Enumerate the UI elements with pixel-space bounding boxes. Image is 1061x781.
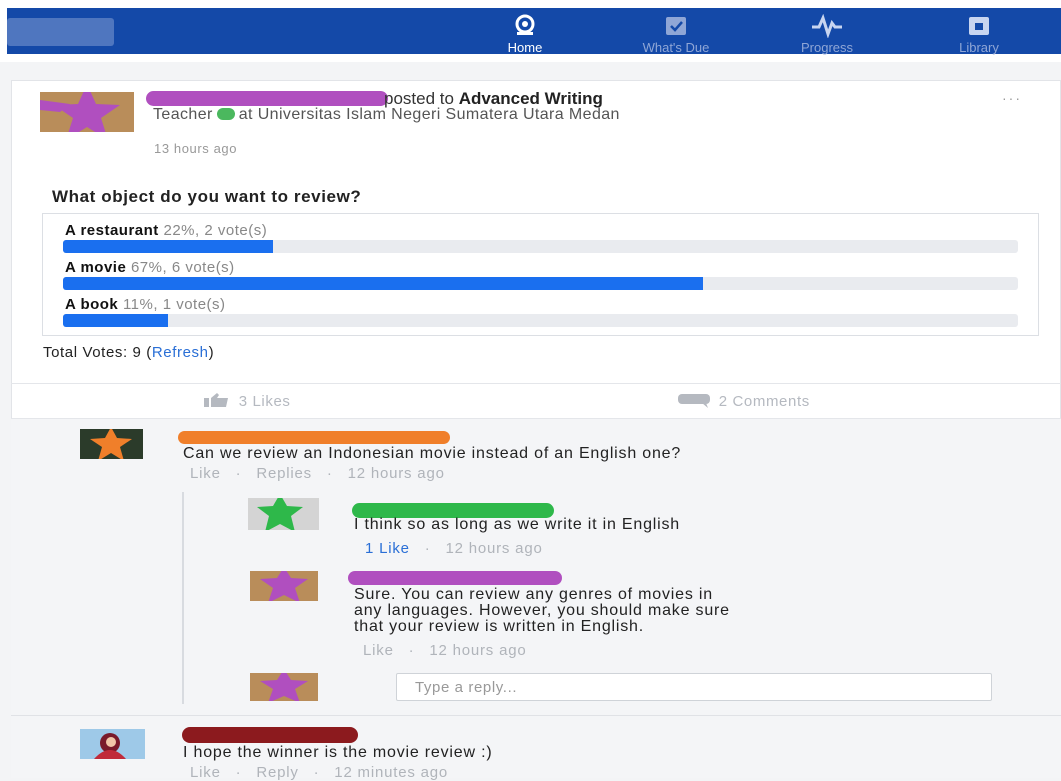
- like-button[interactable]: Like: [363, 642, 394, 659]
- reply-text: Sure. You can review any genres of movie…: [354, 587, 730, 635]
- role-label: Teacher: [153, 106, 213, 123]
- reply-time: 12 hours ago: [429, 642, 527, 659]
- library-icon: [969, 17, 989, 35]
- poll-option-name: A book: [65, 296, 119, 313]
- commenter-name-redacted: [178, 431, 450, 444]
- post-timestamp: 13 hours ago: [154, 141, 238, 156]
- poll-option-stat: 11%, 1 vote(s): [122, 296, 226, 313]
- total-votes-text: Total Votes: 9 (: [43, 344, 152, 361]
- tab-library[interactable]: Library: [924, 14, 1034, 55]
- top-bar: Home What's Due Progress Library: [0, 0, 1061, 62]
- divider: [11, 715, 1061, 716]
- reply-meta: Like · 12 hours ago: [363, 642, 527, 659]
- more-options-icon[interactable]: ···: [1002, 90, 1022, 106]
- like-button[interactable]: Like: [190, 465, 221, 482]
- poll-option-label[interactable]: A book 11%, 1 vote(s): [65, 296, 226, 313]
- author-role: Teacher at Universitas Islam Negeri Sumat…: [153, 106, 853, 123]
- commenter-name-redacted: [182, 727, 358, 743]
- tab-progress-label: Progress: [800, 40, 854, 55]
- poll-bar-fill: [63, 240, 274, 253]
- institution-label: at Universitas Islam Negeri Sumatera Uta…: [238, 106, 620, 123]
- poll-option-name: A restaurant: [65, 222, 159, 239]
- star-redaction-icon: [260, 673, 308, 701]
- like-button[interactable]: Like: [190, 764, 221, 781]
- star-redaction-icon: [40, 92, 120, 132]
- likes-count[interactable]: 3 Likes: [202, 392, 291, 410]
- divider: [11, 418, 1061, 419]
- calendar-icon: [666, 17, 686, 35]
- reply-text: I think so as long as we write it in Eng…: [354, 516, 681, 533]
- author-name-redacted: [146, 91, 388, 106]
- divider: [11, 383, 1061, 384]
- current-user-avatar: [250, 673, 318, 701]
- reply-avatar[interactable]: [248, 498, 319, 530]
- reply-button[interactable]: Reply: [256, 764, 298, 781]
- reply-input[interactable]: [396, 673, 992, 701]
- verified-check-icon: [216, 107, 235, 120]
- commenter-avatar[interactable]: [80, 429, 143, 459]
- reply-time: 12 hours ago: [445, 540, 543, 557]
- reply-text-line: Sure. You can review any genres of movie…: [354, 586, 713, 603]
- poll-option-label[interactable]: A restaurant 22%, 2 vote(s): [65, 222, 267, 239]
- poll-question: What object do you want to review?: [52, 187, 362, 206]
- poll-bar-fill: [63, 314, 169, 327]
- teacher-avatar[interactable]: [40, 92, 134, 132]
- total-votes-suffix: ): [208, 344, 215, 361]
- poll-option-label[interactable]: A movie 67%, 6 vote(s): [65, 259, 235, 276]
- poll-bar-fill: [63, 277, 703, 290]
- comments-count[interactable]: 2 Comments: [676, 392, 810, 410]
- progress-icon: [812, 14, 842, 38]
- poll-box: A restaurant 22%, 2 vote(s) A movie 67%,…: [42, 213, 1039, 336]
- tab-whats-due-label: What's Due: [642, 40, 710, 55]
- navbar: Home What's Due Progress Library: [7, 8, 1061, 55]
- thread-line: [182, 492, 184, 704]
- logo[interactable]: [7, 18, 114, 46]
- commenter-avatar[interactable]: [80, 729, 145, 759]
- reply-meta: 1 Like · 12 hours ago: [365, 540, 543, 557]
- comment-meta: Like · Reply · 12 minutes ago: [190, 764, 449, 781]
- star-redaction-icon: [257, 498, 303, 530]
- speech-bubble-icon: [678, 394, 710, 408]
- tab-progress[interactable]: Progress: [772, 14, 882, 55]
- total-votes: Total Votes: 9 (Refresh): [43, 344, 214, 361]
- reply-text-line: that your review is written in English.: [354, 618, 644, 635]
- tab-whats-due[interactable]: What's Due: [621, 14, 731, 55]
- thumbs-up-icon: [204, 393, 228, 407]
- comment-text: I hope the winner is the movie review :): [183, 744, 493, 761]
- star-redaction-icon: [260, 571, 308, 601]
- comment-time: 12 hours ago: [347, 465, 445, 482]
- profile-picture-icon: [94, 733, 126, 759]
- tab-home[interactable]: Home: [470, 14, 580, 55]
- refresh-link[interactable]: Refresh: [152, 344, 209, 361]
- comment-time: 12 minutes ago: [334, 764, 449, 781]
- star-redaction-icon: [90, 429, 132, 459]
- replier-name-redacted: [348, 571, 562, 585]
- reply-text-line: any languages. However, you should make …: [354, 602, 730, 619]
- poll-bar: [63, 240, 1018, 253]
- poll-option-name: A movie: [65, 259, 127, 276]
- likes-label: 3 Likes: [238, 393, 291, 410]
- comments-label: 2 Comments: [718, 393, 810, 410]
- poll-option-stat: 22%, 2 vote(s): [163, 222, 268, 239]
- tab-home-label: Home: [507, 40, 543, 55]
- reply-avatar[interactable]: [250, 571, 318, 601]
- home-icon: [515, 14, 535, 35]
- poll-bar: [63, 277, 1018, 290]
- replies-button[interactable]: Replies: [256, 465, 312, 482]
- tab-library-label: Library: [959, 40, 999, 55]
- comment-meta: Like · Replies · 12 hours ago: [190, 465, 445, 482]
- comment-text: Can we review an Indonesian movie instea…: [183, 445, 682, 462]
- poll-bar: [63, 314, 1018, 327]
- like-button[interactable]: 1 Like: [365, 540, 410, 557]
- poll-option-stat: 67%, 6 vote(s): [130, 259, 235, 276]
